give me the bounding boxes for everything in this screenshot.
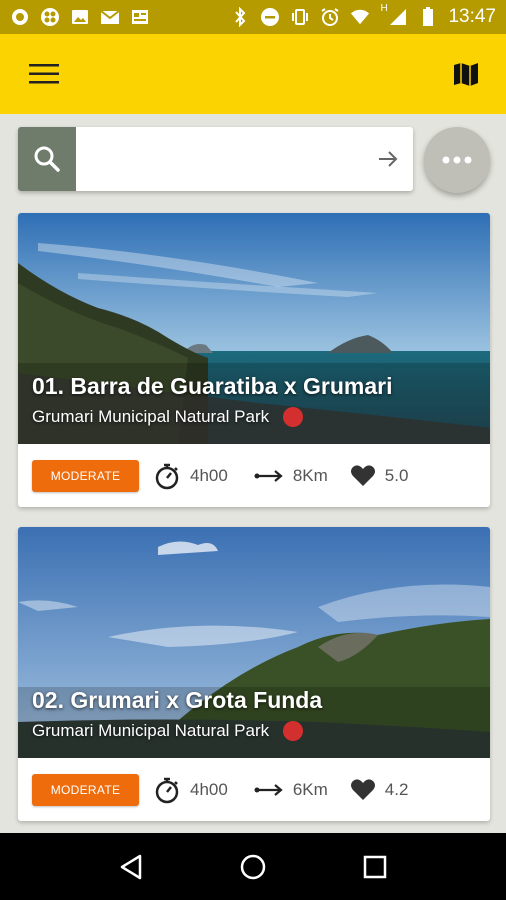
difficulty-badge: MODERATE: [32, 459, 139, 492]
trail-title: 02. Grumari x Grota Funda: [32, 687, 323, 713]
trail-park-name: Grumari Municipal Natural Park: [32, 407, 270, 426]
trail-stats: MODERATE 4h00 8Km 5.0: [18, 444, 490, 507]
trail-park: Grumari Municipal Natural Park: [32, 407, 304, 427]
hamburger-menu-icon[interactable]: [26, 56, 62, 92]
battery-icon: [418, 7, 438, 27]
trail-card[interactable]: 01. Barra de Guaratiba x Grumari Grumari…: [18, 213, 490, 507]
duration-value: 4h00: [190, 465, 228, 485]
trail-stats: MODERATE 4h00 6Km 4.2: [18, 758, 490, 821]
distance-value: 6Km: [292, 779, 328, 799]
dnd-icon: [260, 7, 280, 27]
signal-icon: H: [380, 3, 408, 27]
trail-photo: 02. Grumari x Grota Funda Grumari Munici…: [18, 527, 490, 758]
search-bar: [18, 127, 413, 191]
distance-arrow-icon: [254, 469, 283, 482]
duration-value: 4h00: [190, 779, 228, 799]
search-row: [18, 127, 490, 193]
rating-stat: 4.2: [350, 778, 409, 802]
trail-photo: 01. Barra de Guaratiba x Grumari Grumari…: [18, 213, 490, 444]
distance-stat: 8Km: [254, 466, 328, 486]
wifi-icon: [350, 7, 370, 27]
gmail-icon: [100, 7, 120, 27]
location-marker-icon: [283, 407, 304, 427]
whatsapp-icon: [10, 7, 30, 27]
status-bar: H 13:47: [0, 0, 506, 34]
recents-icon[interactable]: [355, 847, 395, 887]
more-dots-icon: [442, 156, 472, 164]
rating-value: 5.0: [384, 465, 409, 485]
vibrate-icon: [290, 7, 310, 27]
stopwatch-icon: [155, 777, 179, 803]
news-icon: [130, 7, 150, 27]
rating-stat: 5.0: [350, 464, 409, 488]
image-icon: [70, 7, 90, 27]
status-time: 13:47: [448, 6, 496, 27]
home-icon[interactable]: [233, 847, 273, 887]
location-marker-icon: [283, 721, 304, 741]
network-type-label: H: [380, 3, 388, 14]
search-input[interactable]: [76, 127, 363, 191]
system-icons: H 13:47: [230, 3, 496, 28]
heart-icon: [350, 778, 375, 800]
more-options-button[interactable]: [424, 127, 490, 193]
duration-stat: 4h00: [153, 462, 228, 490]
app-bar: [0, 34, 506, 114]
navigation-bar: [0, 833, 506, 900]
bluetooth-icon: [230, 7, 250, 27]
notification-icons: [10, 7, 150, 27]
rating-value: 4.2: [384, 779, 409, 799]
distance-value: 8Km: [292, 465, 328, 485]
distance-stat: 6Km: [254, 780, 328, 800]
back-icon[interactable]: [111, 847, 151, 887]
heart-icon: [350, 464, 375, 486]
trail-park: Grumari Municipal Natural Park: [32, 721, 304, 741]
trail-park-name: Grumari Municipal Natural Park: [32, 721, 270, 740]
search-icon[interactable]: [18, 127, 76, 191]
trail-card[interactable]: 02. Grumari x Grota Funda Grumari Munici…: [18, 527, 490, 821]
distance-arrow-icon: [254, 783, 283, 796]
alarm-icon: [320, 7, 340, 27]
map-icon[interactable]: [448, 56, 484, 92]
stopwatch-icon: [155, 463, 179, 489]
difficulty-badge: MODERATE: [32, 773, 139, 806]
arrow-right-icon[interactable]: [363, 127, 413, 191]
cloverleaf-icon: [40, 7, 60, 27]
duration-stat: 4h00: [153, 776, 228, 804]
trail-title: 01. Barra de Guaratiba x Grumari: [32, 373, 393, 399]
